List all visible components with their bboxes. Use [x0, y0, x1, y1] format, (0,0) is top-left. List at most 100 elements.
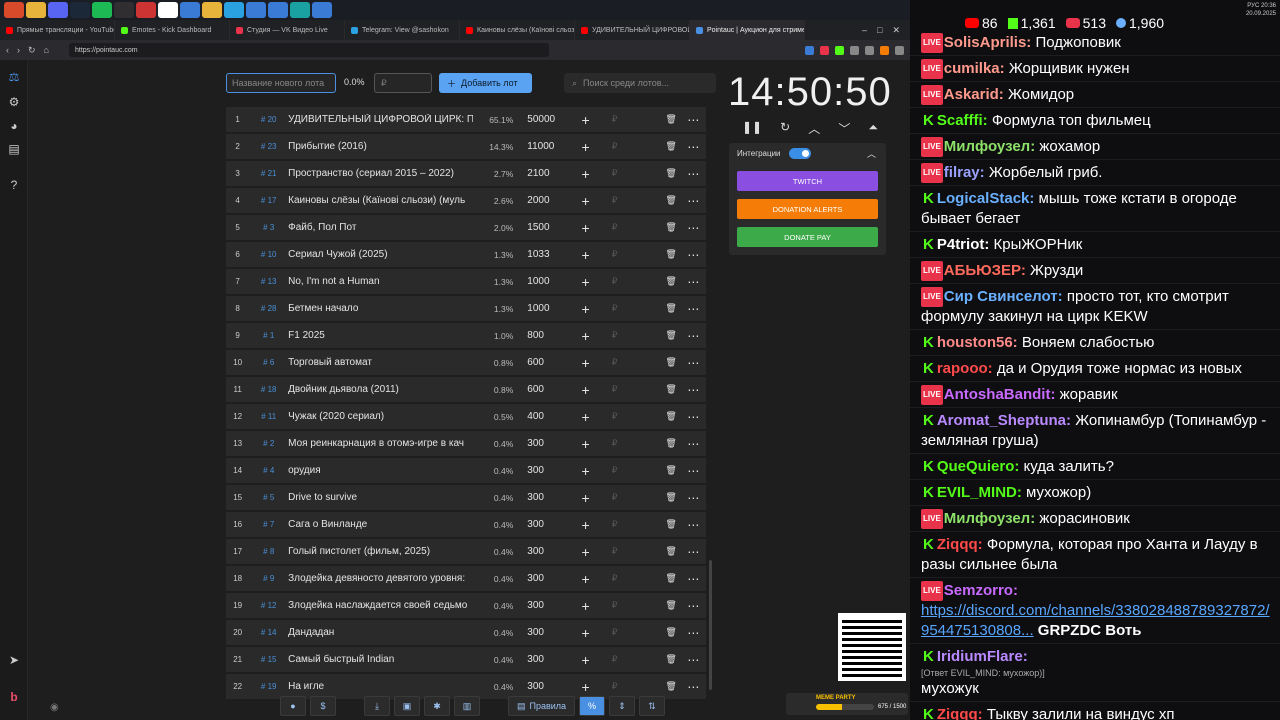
scrollbar[interactable] [709, 560, 712, 690]
lot-name[interactable]: Дандадан [288, 627, 472, 638]
chat-username[interactable]: QueQuiero: [937, 458, 1020, 475]
maximize-icon[interactable]: □ [877, 25, 882, 36]
chat-username[interactable]: filray: [944, 164, 985, 181]
lot-name[interactable]: Торговый автомат [288, 357, 472, 368]
brave-icon[interactable] [4, 2, 24, 18]
lot-name[interactable]: орудия [288, 465, 472, 476]
add-amount-icon[interactable]: + [566, 625, 605, 641]
clear-button[interactable]: ▥ [454, 696, 480, 716]
trash-icon[interactable]: 🗑 [624, 330, 680, 341]
add-amount-icon[interactable]: + [566, 382, 605, 398]
address-bar[interactable]: https://pointauc.com [68, 43, 549, 57]
lot-name[interactable]: Drive to survive [288, 492, 472, 503]
lot-id[interactable]: # 14 [249, 628, 288, 637]
lot-id[interactable]: # 12 [249, 601, 288, 610]
chat-username[interactable]: Aromat_Sheptuna: [937, 412, 1071, 429]
back-icon[interactable]: ‹ [6, 45, 9, 55]
lot-id[interactable]: # 10 [249, 250, 288, 259]
lot-id[interactable]: # 11 [249, 412, 288, 421]
lot-name[interactable]: Пространство (сериал 2015 – 2022) [288, 168, 472, 179]
browser-tab[interactable]: Студия — VK Видео Live [230, 20, 345, 40]
lot-amount[interactable]: 2100 [517, 168, 566, 179]
lot-amount[interactable]: 50000 [517, 114, 566, 125]
lot-id[interactable]: # 18 [249, 385, 288, 394]
app-icon[interactable] [180, 2, 200, 18]
more-icon[interactable]: ⋯ [681, 653, 706, 667]
clipboard-icon[interactable]: ▤ [0, 142, 28, 156]
amount-input[interactable]: ₽ [374, 73, 432, 93]
reload-icon[interactable]: ↻ [28, 45, 36, 56]
lot-name[interactable]: Самый быстрый Indian [288, 654, 472, 665]
extension-icon[interactable] [820, 45, 829, 55]
lot-amount[interactable]: 1000 [517, 303, 566, 314]
add-time-icon[interactable]: ︿ [808, 120, 820, 137]
lot-id[interactable]: # 1 [249, 331, 288, 340]
help-icon[interactable]: ? [0, 178, 28, 192]
extension-icon[interactable] [880, 45, 889, 55]
chat-username[interactable]: AntoshaBandit: [944, 386, 1056, 403]
more-icon[interactable]: ⋯ [681, 545, 706, 559]
add-amount-icon[interactable]: + [566, 652, 605, 668]
add-amount-icon[interactable]: + [566, 571, 605, 587]
lot-row[interactable]: 8 # 28 Бетмен начало 1.3% 1000 + ₽ 🗑 ⋯ [226, 296, 706, 321]
lot-row[interactable]: 12 # 11 Чужак (2020 сериал) 0.5% 400 + ₽ 🗑 ⋯ [226, 404, 706, 429]
lot-name[interactable]: Прибытие (2016) [288, 141, 472, 152]
download-button[interactable]: ⤓ [364, 696, 390, 716]
add-amount-icon[interactable]: + [566, 598, 605, 614]
close-icon[interactable]: ✕ [892, 25, 900, 36]
browser-tab[interactable]: Прямые трансляции - YouTube Studio [0, 20, 115, 40]
gavel-icon[interactable]: ⚖ [0, 70, 28, 84]
lot-row[interactable]: 1 # 20 УДИВИТЕЛЬНЫЙ ЦИФРОВОЙ ЦИРК: П 65.1% 5… [226, 107, 706, 132]
lot-id[interactable]: # 23 [249, 142, 288, 151]
lot-row[interactable]: 9 # 1 F1 2025 1.0% 800 + ₽ 🗑 ⋯ [226, 323, 706, 348]
lot-row[interactable]: 7 # 13 No, I'm not a Human 1.3% 1000 + ₽ 🗑 ⋯ [226, 269, 706, 294]
lot-id[interactable]: # 4 [249, 466, 288, 475]
extension-icon[interactable] [805, 45, 814, 55]
lot-id[interactable]: # 6 [249, 358, 288, 367]
save-button[interactable]: ▣ [394, 696, 420, 716]
brand-icon[interactable]: b [0, 690, 28, 704]
lot-amount[interactable]: 800 [517, 330, 566, 341]
screen-icon[interactable] [290, 2, 310, 18]
home-icon[interactable]: ⌂ [44, 45, 49, 55]
donation-alerts-button[interactable]: DONATION ALERTS [737, 199, 878, 219]
lot-name[interactable]: Файб, Пол Пот [288, 222, 472, 233]
donate-button[interactable]: $ [310, 696, 336, 716]
lot-id[interactable]: # 20 [249, 115, 288, 124]
bug-button[interactable]: ✱ [424, 696, 450, 716]
trash-icon[interactable]: 🗑 [624, 195, 680, 206]
chat-username[interactable]: rapooo: [937, 360, 993, 377]
lot-id[interactable]: # 2 [249, 439, 288, 448]
more-icon[interactable]: ⋯ [681, 572, 706, 586]
lot-row[interactable]: 16 # 7 Сага о Винланде 0.4% 300 + ₽ 🗑 ⋯ [226, 512, 706, 537]
lot-row[interactable]: 21 # 15 Самый быстрый Indian 0.4% 300 + ₽ 🗑 ⋯ [226, 647, 706, 672]
add-amount-icon[interactable]: + [566, 220, 605, 236]
steam-icon[interactable] [70, 2, 90, 18]
lot-row[interactable]: 5 # 3 Файб, Пол Пот 2.0% 1500 + ₽ 🗑 ⋯ [226, 215, 706, 240]
twitch-button[interactable]: TWITCH [737, 171, 878, 191]
lot-amount[interactable]: 300 [517, 465, 566, 476]
new-lot-input[interactable]: Название нового лота [226, 73, 336, 93]
spotify-icon[interactable] [92, 2, 112, 18]
chat-username[interactable]: P4triot: [937, 236, 990, 253]
lot-name[interactable]: Злодейка наслаждается своей седьмо [288, 600, 472, 611]
discord-icon[interactable] [48, 2, 68, 18]
lot-amount[interactable]: 1033 [517, 249, 566, 260]
chat-username[interactable]: EVIL_MIND: [937, 484, 1022, 501]
lot-amount[interactable]: 300 [517, 627, 566, 638]
more-icon[interactable]: ⋯ [681, 329, 706, 343]
more-icon[interactable]: ⋯ [681, 518, 706, 532]
lot-row[interactable]: 2 # 23 Прибытие (2016) 14.3% 11000 + ₽ 🗑 ⋯ [226, 134, 706, 159]
lot-name[interactable]: Бетмен начало [288, 303, 472, 314]
trash-icon[interactable]: 🗑 [624, 654, 680, 665]
folder-icon[interactable] [26, 2, 46, 18]
donate-pay-button[interactable]: DONATE PAY [737, 227, 878, 247]
trash-icon[interactable]: 🗑 [624, 249, 680, 260]
trash-icon[interactable]: 🗑 [624, 627, 680, 638]
extension-icon[interactable] [835, 45, 844, 55]
lot-name[interactable]: Голый пистолет (фильм, 2025) [288, 546, 472, 557]
lot-amount[interactable]: 1000 [517, 276, 566, 287]
lot-name[interactable]: F1 2025 [288, 330, 472, 341]
chat-username[interactable]: cumilka: [944, 60, 1005, 77]
lot-name[interactable]: Каиновы слёзы (Каїнові сльози) (муль [288, 195, 472, 206]
